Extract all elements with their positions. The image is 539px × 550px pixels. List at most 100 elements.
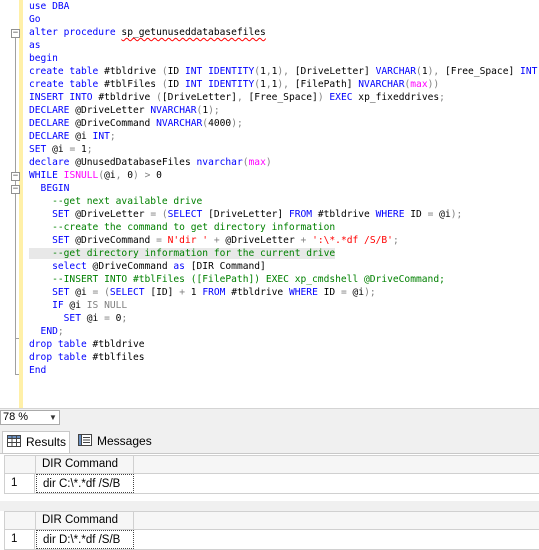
code-token: #tblFiles [98, 79, 162, 90]
code-token: @DriveCommand [69, 235, 157, 246]
row-number[interactable]: 1 [5, 530, 35, 549]
horizontal-scrollbar[interactable] [62, 412, 539, 424]
tab-results[interactable]: Results [2, 431, 70, 453]
code-token: 0 [109, 313, 122, 324]
code-token: @i [69, 287, 93, 298]
collapse-icon[interactable]: − [11, 29, 20, 38]
table-cell[interactable]: dir D:\*.*df /S/B [36, 530, 134, 549]
code-line[interactable]: --get directory information for the curr… [29, 247, 539, 260]
code-token: End [29, 365, 47, 376]
code-token: SET [29, 209, 70, 220]
code-token: --get directory information for the curr… [29, 248, 336, 259]
code-token: 1 [184, 287, 203, 298]
code-line[interactable]: SET @DriveCommand = N'dir ' + @DriveLett… [29, 234, 539, 247]
table-row[interactable]: 1 dir C:\*.*df /S/B [5, 474, 539, 494]
collapse-icon[interactable]: − [11, 185, 20, 194]
column-header[interactable]: DIR Command [36, 512, 134, 529]
code-line[interactable]: SET @i = 0; [29, 312, 539, 325]
code-token: ; [86, 144, 93, 155]
change-tracking-bar [19, 0, 23, 408]
code-line[interactable]: IF @i IS NULL [29, 299, 539, 312]
grid-header: DIR Command [5, 511, 539, 530]
code-token: SET [29, 144, 47, 155]
code-token: ID [317, 287, 341, 298]
code-line[interactable]: alter procedure sp_getunuseddatabasefile… [29, 26, 539, 39]
code-line[interactable]: END; [29, 325, 539, 338]
code-line[interactable]: --INSERT INTO #tblFiles ([FilePath]) EXE… [29, 273, 539, 286]
collapse-icon[interactable]: − [11, 172, 20, 181]
results-pane: DIR Command 1 dir C:\*.*df /S/B DIR Comm… [0, 454, 539, 550]
code-token: as [29, 40, 41, 51]
column-header[interactable]: DIR Command [36, 456, 134, 473]
code-token: FROM [288, 209, 313, 220]
code-token: xp_fixeddrives [352, 92, 440, 103]
code-line[interactable]: drop table #tblfiles [29, 351, 539, 364]
sql-editor[interactable]: − − − use DBA Go alter procedure sp_getunu… [0, 0, 539, 408]
code-token: ':\*.*df /S/B' [306, 235, 393, 246]
chevron-down-icon[interactable]: ▼ [48, 411, 58, 424]
code-token: ); [450, 209, 463, 220]
code-text[interactable]: use DBA Go alter procedure sp_getunuseddat… [29, 0, 539, 377]
code-token: drop table [29, 352, 87, 363]
code-token: EXEC [323, 92, 353, 103]
code-token: @DriveLetter [69, 209, 151, 220]
code-token: ), [277, 66, 289, 77]
code-token: DECLARE [29, 131, 70, 142]
code-token: ), [277, 79, 289, 90]
code-line[interactable]: drop table #tbldrive [29, 338, 539, 351]
code-token: NVARCHAR [156, 118, 203, 129]
code-line[interactable]: DECLARE @DriveCommand NVARCHAR(4000); [29, 117, 539, 130]
code-token: 4000 [208, 118, 232, 129]
code-token: WHERE [375, 209, 405, 220]
code-line[interactable]: Go [29, 13, 539, 26]
code-line[interactable]: WHILE ISNULL(@i, 0) > 0 [29, 169, 539, 182]
code-token: ) [265, 157, 272, 168]
messages-icon [78, 432, 92, 452]
row-number-header[interactable] [5, 512, 36, 529]
table-row[interactable]: 1 dir D:\*.*df /S/B [5, 530, 539, 550]
code-token: ; [392, 235, 399, 246]
row-number[interactable]: 1 [5, 474, 35, 493]
code-line[interactable]: DECLARE @i INT; [29, 130, 539, 143]
editor-status-bar: 78 % ▼ [0, 408, 539, 427]
code-token: SELECT [167, 209, 203, 220]
code-line[interactable]: --get next available drive [29, 195, 539, 208]
code-token: @i [46, 144, 70, 155]
grid-header: DIR Command [5, 455, 539, 474]
code-token: #tbldrive [98, 66, 162, 77]
code-line[interactable]: SET @DriveLetter = (SELECT [DriveLetter]… [29, 208, 539, 221]
code-line[interactable]: BEGIN [29, 182, 539, 195]
code-line[interactable]: create table #tbldrive (ID INT IDENTITY(… [29, 65, 539, 78]
code-token: NVARCHAR [150, 105, 197, 116]
code-token: > [138, 170, 151, 181]
code-line[interactable]: create table #tblFiles (ID INT IDENTITY(… [29, 78, 539, 91]
code-line[interactable]: declare @UnusedDatabaseFiles nvarchar(ma… [29, 156, 539, 169]
code-token: ); [208, 105, 220, 116]
result-grid-1[interactable]: DIR Command 1 dir C:\*.*df /S/B [4, 455, 539, 494]
code-token: @i [104, 170, 116, 181]
code-line[interactable]: DECLARE @DriveLetter NVARCHAR(1); [29, 104, 539, 117]
results-tab-strip: Results Messages [0, 427, 539, 454]
code-token: @i [80, 313, 105, 324]
code-line[interactable]: End [29, 364, 539, 377]
code-line[interactable]: as [29, 39, 539, 52]
code-line[interactable]: --create the command to get directory in… [29, 221, 539, 234]
code-token: @DriveLetter [69, 105, 151, 116]
code-token: create table [29, 66, 99, 77]
tab-messages[interactable]: Messages [74, 431, 154, 453]
result-grid-2[interactable]: DIR Command 1 dir D:\*.*df /S/B [4, 511, 539, 550]
row-number-header[interactable] [5, 456, 36, 473]
code-line[interactable]: begin [29, 52, 539, 65]
code-token: --INSERT INTO #tblFiles ([FilePath]) EXE… [29, 274, 445, 285]
code-token: Go [29, 14, 41, 25]
code-token: FROM [202, 287, 226, 298]
code-line[interactable]: SET @i = (SELECT [ID] + 1 FROM #tbldrive… [29, 286, 539, 299]
code-line[interactable]: select @DriveCommand as [DIR Command] [29, 260, 539, 273]
code-line[interactable]: use DBA [29, 0, 539, 13]
zoom-select[interactable]: 78 % ▼ [0, 410, 60, 425]
table-cell[interactable]: dir C:\*.*df /S/B [36, 474, 134, 493]
code-token: ; [109, 131, 116, 142]
code-line[interactable]: SET @i = 1; [29, 143, 539, 156]
code-line[interactable]: INSERT INTO #tbldrive ([DriveLetter], [F… [29, 91, 539, 104]
code-token: INT IDENTITY [184, 66, 255, 77]
